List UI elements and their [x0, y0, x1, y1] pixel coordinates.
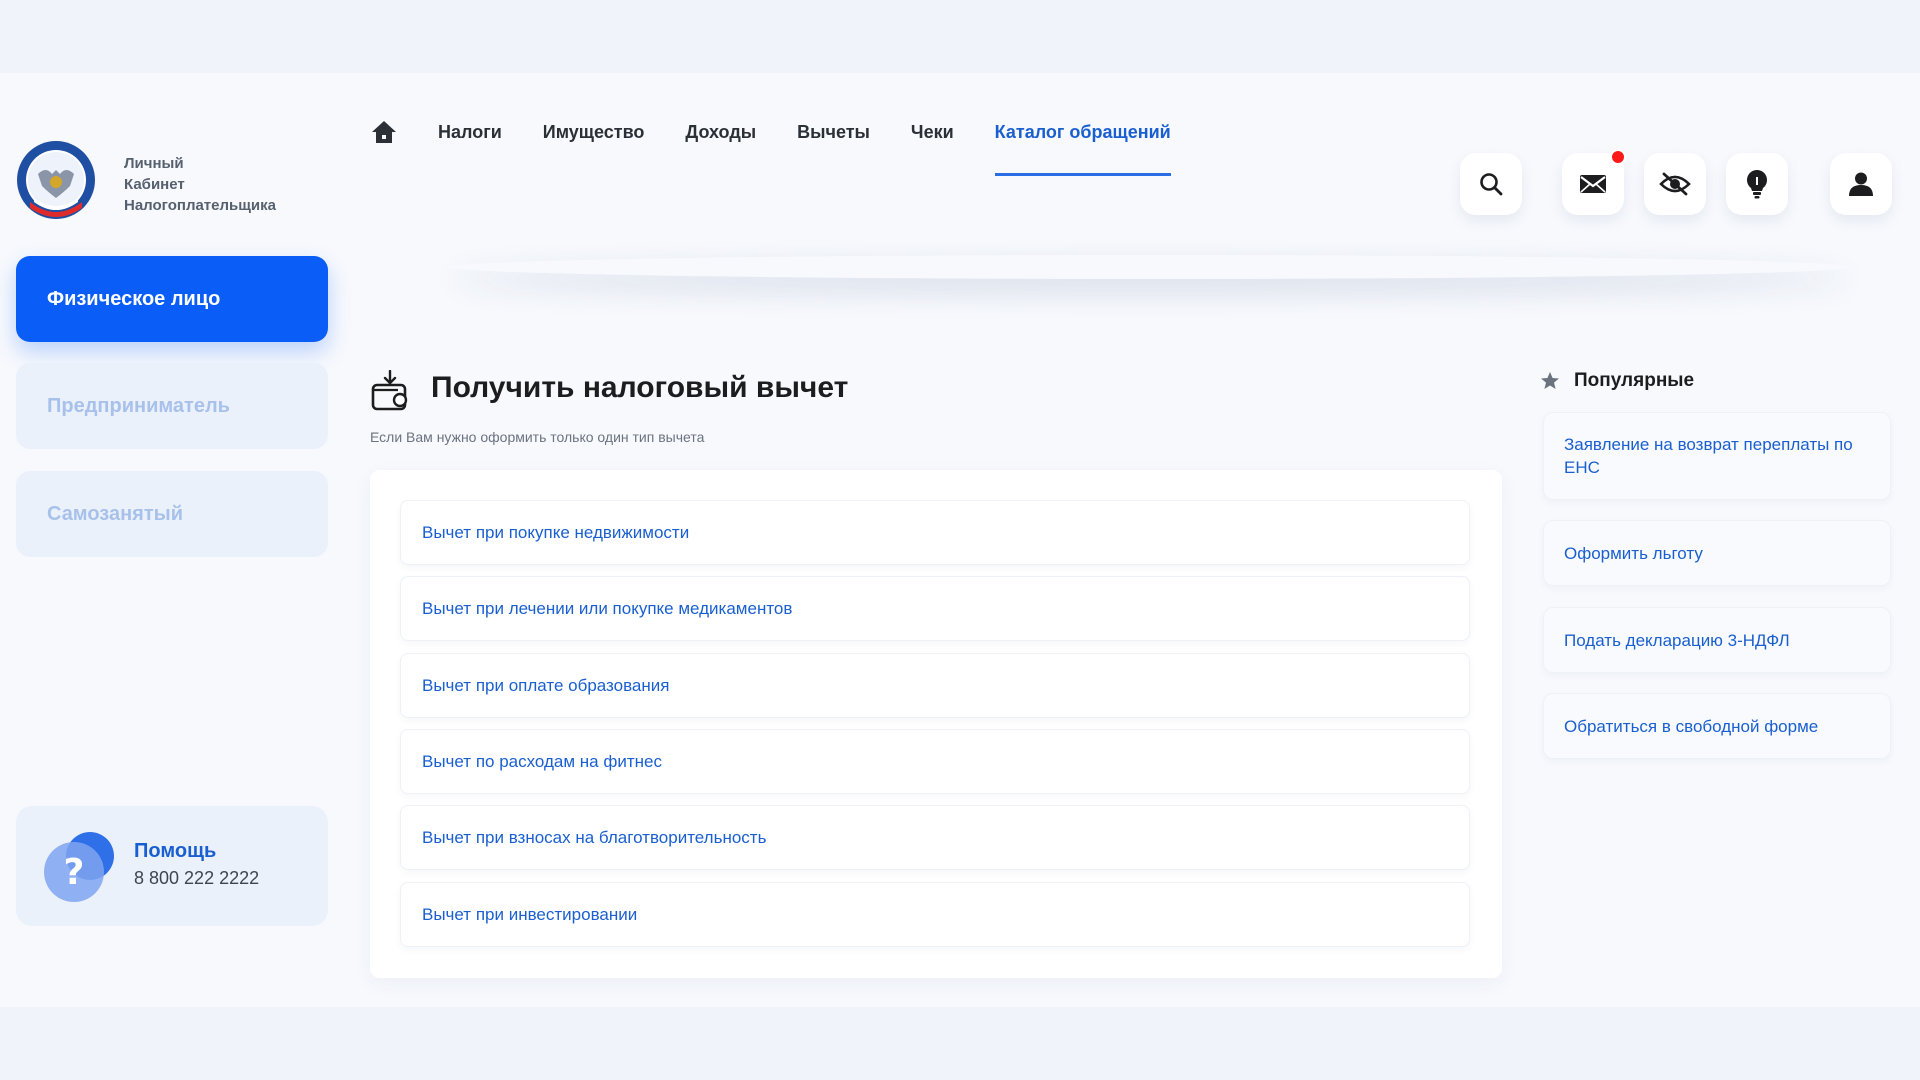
list-item-education[interactable]: Вычет при оплате образования — [400, 653, 1470, 718]
help-card[interactable]: ? Помощь 8 800 222 2222 — [16, 806, 328, 926]
home-icon[interactable] — [370, 118, 398, 146]
notification-dot — [1610, 149, 1626, 165]
header-shadow — [450, 255, 1850, 279]
user-icon — [1849, 172, 1873, 196]
list-item-property[interactable]: Вычет при покупке недвижимости — [400, 500, 1470, 565]
popular-header: Популярные — [1540, 370, 1694, 392]
sidebar-item-individual[interactable]: Физическое лицо — [16, 256, 328, 342]
sidebar-item-self-employed[interactable]: Самозанятый — [16, 471, 328, 557]
lightbulb-icon — [1747, 170, 1767, 199]
tab-property[interactable]: Имущество — [543, 112, 645, 176]
page-title: Получить налоговый вычет — [431, 371, 849, 404]
list-item-investing[interactable]: Вычет при инвестировании — [400, 882, 1470, 947]
svg-text:?: ? — [64, 852, 85, 893]
popular-item-benefit[interactable]: Оформить льготу — [1543, 520, 1891, 586]
visibility-toggle-button[interactable] — [1644, 153, 1706, 215]
popular-item-ens-refund[interactable]: Заявление на возврат переплаты по ЕНС — [1543, 412, 1891, 500]
help-phone[interactable]: 8 800 222 2222 — [134, 868, 259, 889]
wallet-download-icon — [371, 370, 408, 411]
brand-line: Налогоплательщика — [124, 197, 276, 214]
question-icon: ? — [44, 832, 114, 902]
help-title: Помощь — [134, 840, 217, 862]
brand-line: Кабинет — [124, 176, 185, 193]
popular-item-free-form[interactable]: Обратиться в свободной форме — [1543, 693, 1891, 759]
tips-button[interactable] — [1726, 153, 1788, 215]
deductions-list: Вычет при покупке недвижимости Вычет при… — [370, 470, 1502, 978]
messages-button[interactable] — [1562, 149, 1626, 215]
popular-title: Популярные — [1574, 370, 1695, 391]
brand-line: Личный — [124, 155, 184, 172]
popular-item-3ndfl[interactable]: Подать декларацию 3-НДФЛ — [1543, 607, 1891, 673]
top-nav: Налоги Имущество Доходы Вычеты Чеки Ката… — [370, 112, 1212, 178]
list-item-charity[interactable]: Вычет при взносах на благотворительность — [400, 805, 1470, 870]
search-button[interactable] — [1460, 153, 1522, 215]
eye-off-icon — [1659, 172, 1691, 196]
list-item-medical[interactable]: Вычет при лечении или покупке медикамент… — [400, 576, 1470, 641]
search-icon — [1480, 173, 1503, 196]
mail-icon — [1580, 175, 1606, 193]
brand-title: Личный Кабинет Налогоплательщика — [124, 153, 276, 216]
tab-deductions[interactable]: Вычеты — [797, 112, 870, 176]
tab-income[interactable]: Доходы — [685, 112, 756, 176]
page-subtitle: Если Вам нужно оформить только один тип … — [370, 429, 705, 445]
tab-taxes[interactable]: Налоги — [438, 112, 502, 176]
tab-appeals-catalog[interactable]: Каталог обращений — [994, 112, 1171, 176]
list-item-fitness[interactable]: Вычет по расходам на фитнес — [400, 729, 1470, 794]
tab-receipts[interactable]: Чеки — [911, 112, 954, 176]
star-icon — [1541, 372, 1559, 389]
sidebar-item-entrepreneur[interactable]: Предприниматель — [16, 363, 328, 449]
profile-button[interactable] — [1830, 153, 1892, 215]
fns-emblem-icon[interactable] — [16, 140, 96, 220]
